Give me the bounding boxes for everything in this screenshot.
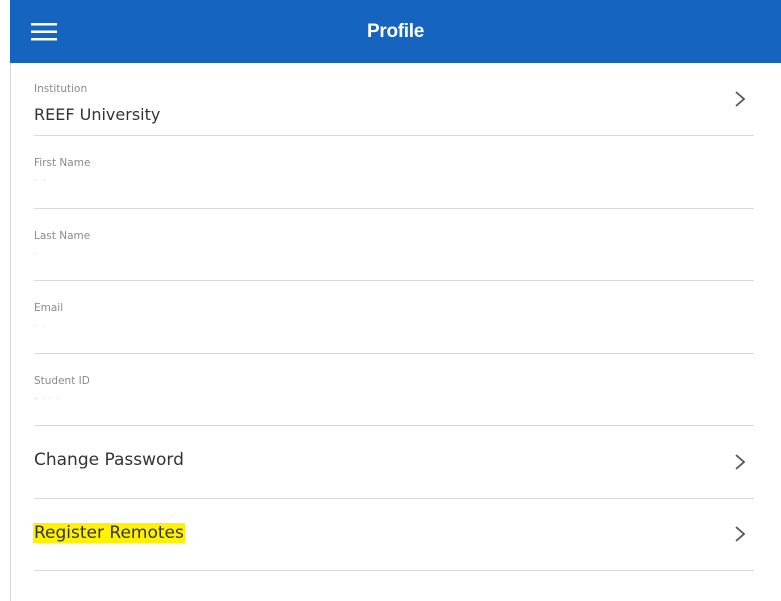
- student-id-row[interactable]: Student ID - ·· ·: [34, 354, 754, 426]
- change-password-row[interactable]: Change Password: [34, 426, 754, 499]
- email-value[interactable]: · ·: [34, 321, 48, 330]
- chevron-right-icon: [735, 91, 746, 107]
- left-divider: [10, 63, 11, 601]
- first-name-value[interactable]: · ·: [34, 176, 48, 185]
- chevron-right-icon: [735, 526, 746, 542]
- student-id-value[interactable]: - ·· ·: [34, 394, 62, 403]
- institution-row[interactable]: Institution REEF University: [34, 63, 754, 136]
- register-remotes-row[interactable]: Register Remotes: [33, 499, 754, 571]
- register-remotes-label: Register Remotes: [33, 522, 185, 543]
- profile-list: Institution REEF University First Name ·…: [33, 63, 754, 571]
- last-name-label: Last Name: [34, 229, 91, 242]
- last-name-row[interactable]: Last Name ·: [34, 209, 754, 281]
- last-name-value[interactable]: ·: [34, 249, 39, 258]
- student-id-label: Student ID: [34, 374, 90, 387]
- first-name-label: First Name: [34, 157, 91, 169]
- email-row[interactable]: Email · ·: [34, 281, 754, 354]
- email-label: Email: [34, 302, 64, 314]
- institution-value: REEF University: [34, 105, 161, 124]
- first-name-row[interactable]: First Name · ·: [34, 136, 754, 209]
- menu-button[interactable]: [26, 16, 62, 48]
- institution-label: Institution: [34, 83, 88, 95]
- change-password-label: Change Password: [34, 450, 184, 470]
- profile-screen: Profile Institution REEF University Firs…: [0, 0, 781, 601]
- app-header: Profile: [10, 0, 781, 63]
- page-title: Profile: [366, 20, 425, 42]
- hamburger-icon: [31, 23, 57, 41]
- chevron-right-icon: [735, 454, 746, 470]
